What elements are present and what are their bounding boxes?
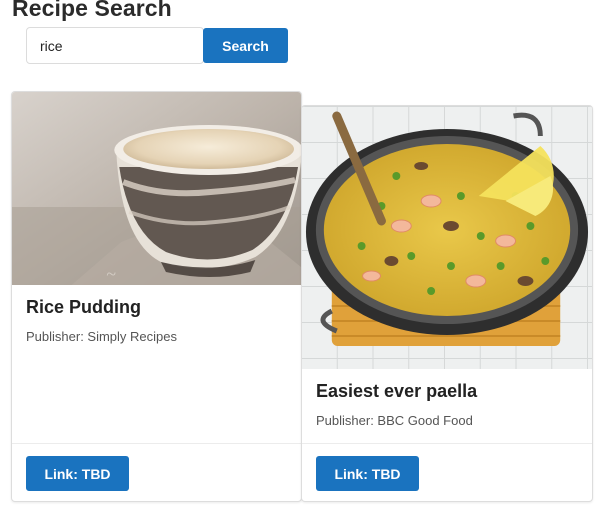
search-button[interactable]: Search: [203, 28, 288, 63]
card-footer: Link: TBD: [302, 443, 592, 501]
svg-text:~: ~: [106, 264, 116, 284]
recipe-card: ~ Rice Pudding Publisher: Simply Recipes…: [11, 91, 302, 502]
recipe-link-button[interactable]: Link: TBD: [316, 456, 419, 491]
recipe-title: Easiest ever paella: [316, 381, 478, 401]
rice-pudding-image: ~: [12, 92, 301, 285]
recipe-link-button[interactable]: Link: TBD: [26, 456, 129, 491]
card-footer: Link: TBD: [12, 443, 301, 501]
page-title: Recipe Search: [12, 0, 172, 21]
recipe-publisher: Publisher: Simply Recipes: [26, 329, 178, 344]
recipe-card: Easiest ever paella Publisher: BBC Good …: [301, 105, 593, 502]
recipe-publisher: Publisher: BBC Good Food: [316, 413, 473, 428]
search-input[interactable]: [26, 27, 204, 64]
paella-image: [302, 106, 592, 369]
recipe-title: Rice Pudding: [26, 297, 142, 317]
